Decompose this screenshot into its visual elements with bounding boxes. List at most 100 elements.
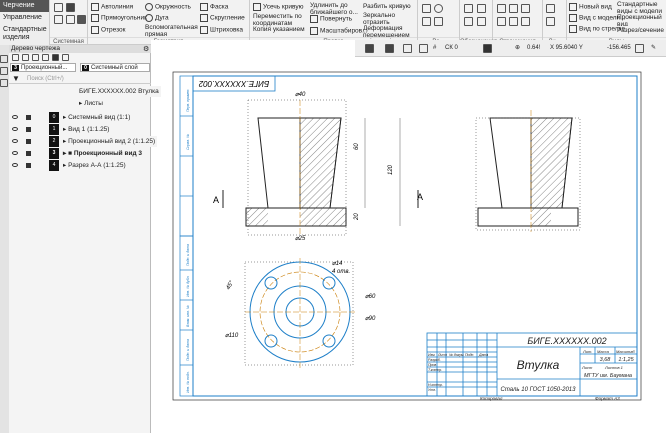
tool-icon[interactable] bbox=[635, 44, 644, 53]
svg-text:Масштаб: Масштаб bbox=[616, 349, 635, 354]
autoline-button[interactable]: Автолиния bbox=[91, 3, 133, 11]
tree-tool-icon[interactable] bbox=[42, 54, 49, 61]
chamfer-button[interactable]: Фаска bbox=[200, 3, 228, 11]
tree-sheets[interactable]: ▸ Листы bbox=[9, 98, 151, 109]
list-icon[interactable] bbox=[0, 79, 8, 87]
drawing-canvas[interactable]: БИГЕ.XXXXXX.002 ⌀40 60 120 20 ⌀25 А А ⌀1… bbox=[151, 57, 666, 433]
tree-item[interactable]: 1 ▸ Вид 1 (1:1.25) bbox=[9, 124, 151, 135]
svg-text:Т.контр.: Т.контр. bbox=[428, 368, 442, 372]
svg-text:⌀90: ⌀90 bbox=[365, 316, 376, 322]
leader-icon[interactable] bbox=[464, 17, 473, 26]
tree-tool-icon[interactable] bbox=[22, 54, 29, 61]
constraint-icon[interactable] bbox=[497, 4, 506, 13]
standard-views-button[interactable]: Стандартные виды с модели bbox=[617, 1, 666, 14]
angle-icon[interactable] bbox=[509, 17, 518, 26]
svg-text:⌀25: ⌀25 bbox=[295, 236, 306, 242]
eye-icon[interactable] bbox=[12, 115, 18, 119]
lock-icon[interactable] bbox=[26, 139, 31, 144]
top-view: ⌀14 4 отв. ⌀60 ⌀90 ⌀110 45° bbox=[225, 258, 376, 368]
eye-icon[interactable] bbox=[12, 127, 18, 131]
lock-icon[interactable] bbox=[26, 151, 31, 156]
mirror-button[interactable]: Зеркально отразить bbox=[363, 12, 413, 26]
hatch-button[interactable]: Штриховка bbox=[200, 26, 243, 34]
new-view-button[interactable]: Новый вид bbox=[569, 3, 612, 11]
gear-icon[interactable]: ⚙ bbox=[143, 45, 149, 53]
param-icon[interactable] bbox=[422, 17, 431, 26]
tree-tool-icon[interactable] bbox=[12, 54, 19, 61]
save-icon[interactable] bbox=[77, 15, 86, 24]
fx-icon[interactable] bbox=[0, 67, 8, 75]
tree-tool-icon[interactable] bbox=[62, 54, 69, 61]
eye-icon[interactable] bbox=[12, 139, 18, 143]
view-select[interactable]: 3 Проекционный... bbox=[10, 63, 76, 72]
open-folder-icon[interactable] bbox=[66, 3, 75, 12]
print-icon[interactable] bbox=[54, 15, 63, 24]
tree-title: Дерево чертежа bbox=[9, 45, 151, 53]
zoom-icon[interactable]: ⊕ bbox=[515, 40, 520, 57]
perpendicular-icon[interactable] bbox=[521, 4, 530, 13]
new-file-icon[interactable] bbox=[54, 3, 63, 12]
tool-icon[interactable] bbox=[0, 55, 8, 63]
text-icon[interactable] bbox=[477, 17, 486, 26]
side-view bbox=[475, 110, 581, 232]
trim-curve-button[interactable]: Усечь кривую bbox=[253, 3, 303, 11]
tree-search-input[interactable]: Поиск (Ctrl+/) bbox=[9, 74, 151, 84]
tool-icon[interactable] bbox=[365, 44, 374, 53]
tab-drawing[interactable]: Черчение bbox=[0, 0, 49, 12]
tree-item[interactable]: 4 ▸ Разрез А-А (1:1.25) bbox=[9, 160, 151, 171]
image-icon[interactable] bbox=[52, 54, 59, 61]
fix-icon[interactable] bbox=[521, 17, 530, 26]
zoom-field[interactable]: 0.64! bbox=[527, 40, 540, 57]
arc-button[interactable]: Дуга bbox=[145, 14, 169, 22]
snap-icon[interactable] bbox=[483, 44, 492, 53]
eye-icon[interactable] bbox=[12, 163, 18, 167]
scale-button[interactable]: Масштабиров... bbox=[310, 27, 368, 35]
svg-text:Н.контр.: Н.контр. bbox=[428, 383, 443, 387]
split-curve-button[interactable]: Разбить кривую bbox=[363, 3, 411, 10]
tree-tool-icon[interactable] bbox=[32, 54, 39, 61]
svg-text:МГТУ им. Баумана: МГТУ им. Баумана bbox=[584, 373, 632, 379]
copy-button[interactable]: Копия указанием bbox=[253, 26, 308, 33]
param-icon[interactable] bbox=[422, 4, 431, 13]
tree-item[interactable]: 2 ▸ Проекционный вид 2 (1:1.25) bbox=[9, 136, 158, 147]
fillet-button[interactable]: Скругление bbox=[200, 14, 245, 22]
tool-icon[interactable] bbox=[419, 44, 428, 53]
section-button[interactable]: Разрез/сечение bbox=[617, 27, 664, 34]
tab-standard-parts[interactable]: Стандартные изделия bbox=[0, 24, 49, 44]
extend-button[interactable]: Удлинить до ближайшего о... bbox=[310, 2, 360, 14]
dimension-icon[interactable] bbox=[546, 17, 555, 26]
rectangle-button[interactable]: Прямоугольник bbox=[91, 14, 147, 22]
grid-icon[interactable]: # bbox=[433, 40, 436, 57]
tool-icon[interactable] bbox=[403, 44, 412, 53]
projection-view-button[interactable]: Проекционный вид bbox=[617, 14, 666, 26]
move-coords-button[interactable]: Переместить по координатам bbox=[253, 13, 308, 27]
pipette-icon[interactable]: ✎ bbox=[651, 40, 656, 57]
lock-icon[interactable] bbox=[26, 127, 31, 132]
dimension-icon[interactable] bbox=[546, 4, 555, 13]
circle-button[interactable]: Окружность bbox=[145, 3, 191, 11]
eye-icon[interactable] bbox=[12, 151, 18, 155]
svg-text:Пров.: Пров. bbox=[428, 363, 437, 367]
tree-root[interactable]: БИГЕ.XXXXXX.002 Втулка bbox=[9, 86, 161, 97]
lock-icon[interactable] bbox=[26, 115, 31, 120]
group-system: Системная bbox=[50, 0, 88, 45]
tab-manage[interactable]: Управление bbox=[0, 12, 49, 24]
svg-text:Втулка: Втулка bbox=[517, 358, 560, 372]
rotate-button[interactable]: Повернуть bbox=[310, 15, 352, 23]
aux-line-button[interactable]: Вспомогательная прямая bbox=[145, 24, 198, 38]
tree-item[interactable]: 0 ▸ Системный вид (1:1) bbox=[9, 112, 151, 123]
preview-icon[interactable] bbox=[66, 15, 75, 24]
layer-field[interactable]: СК 0 bbox=[445, 40, 458, 57]
layer-select[interactable]: 0 Системный слой bbox=[80, 63, 150, 72]
segment-button[interactable]: Отрезок bbox=[91, 26, 126, 34]
tree-item-label: Проекционный вид 3 bbox=[73, 150, 142, 157]
lock-icon[interactable] bbox=[26, 163, 31, 168]
parallel-icon[interactable] bbox=[509, 4, 518, 13]
base-icon[interactable] bbox=[477, 4, 486, 13]
diameter-icon[interactable] bbox=[434, 4, 443, 13]
roughness-icon[interactable] bbox=[464, 4, 473, 13]
tree-item-active[interactable]: 3 ▸ ■ Проекционный вид 3 bbox=[9, 148, 151, 159]
param-icon[interactable] bbox=[434, 17, 443, 26]
constraint-icon[interactable] bbox=[497, 17, 506, 26]
tool-icon[interactable] bbox=[385, 44, 394, 53]
